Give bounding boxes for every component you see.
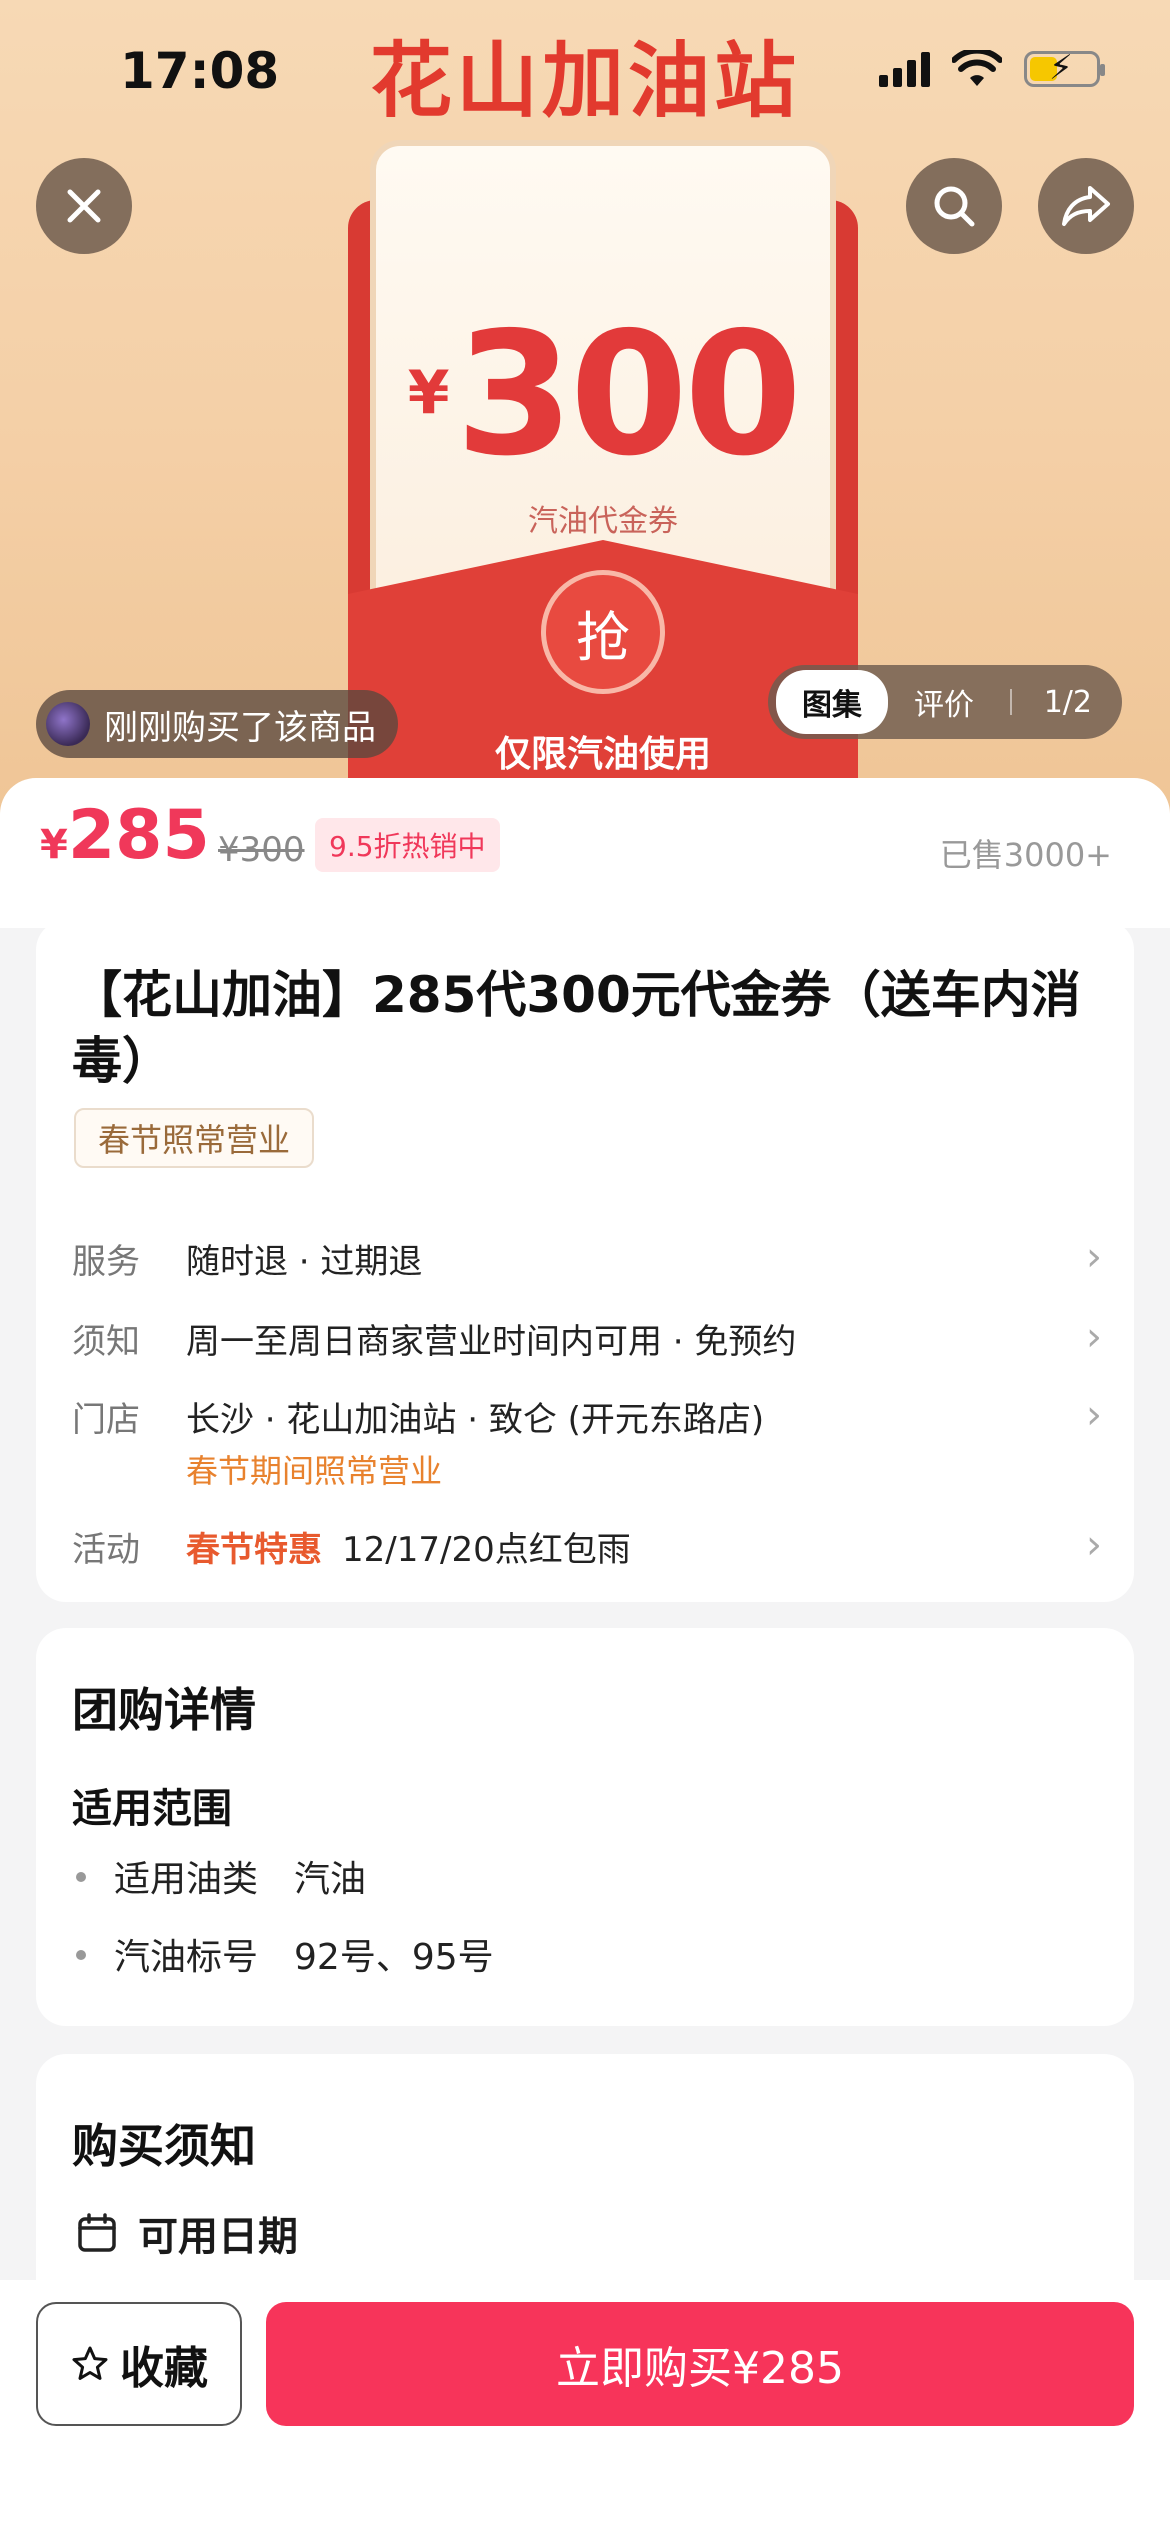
deal-details-card: 团购详情 适用范围 适用油类 汽油 汽油标号 92号、95号 bbox=[36, 1628, 1134, 2026]
activity-label: 活动 bbox=[72, 1530, 140, 1570]
grab-badge: 抢 bbox=[541, 570, 665, 694]
star-icon bbox=[72, 2346, 108, 2380]
avatar bbox=[46, 702, 90, 746]
bottom-action-bar: 收藏 立即购买¥285 bbox=[0, 2280, 1170, 2532]
chevron-right-icon: › bbox=[1086, 1522, 1102, 1568]
notice-value: 周一至周日商家营业时间内可用 · 免预约 bbox=[186, 1322, 797, 1362]
status-badge: 春节照常营业 bbox=[74, 1108, 315, 1168]
wifi-icon bbox=[952, 50, 1002, 86]
tab-reviews[interactable]: 评价 bbox=[888, 670, 1000, 734]
service-label: 服务 bbox=[72, 1242, 140, 1282]
voucher-amount: ¥300 bbox=[407, 296, 803, 494]
close-icon bbox=[67, 189, 101, 223]
share-button[interactable] bbox=[1038, 158, 1134, 254]
recent-buyer-notice: 刚刚购买了该商品 bbox=[36, 690, 398, 758]
discount-badge: 9.5折热销中 bbox=[315, 818, 500, 872]
original-price: ¥300 bbox=[218, 830, 305, 870]
search-icon bbox=[934, 186, 975, 227]
price-section: ¥285 ¥300 9.5折热销中 已售3000+ bbox=[0, 778, 1170, 928]
list-item: 适用油类 汽油 bbox=[72, 1850, 366, 1902]
tab-gallery[interactable]: 图集 bbox=[776, 670, 888, 734]
chevron-right-icon: › bbox=[1086, 1234, 1102, 1280]
calendar-icon bbox=[78, 2213, 116, 2252]
battery-icon: ⚡ bbox=[1024, 48, 1105, 88]
purchase-notice-title: 购买须知 bbox=[72, 2119, 256, 2173]
cellular-signal-icon bbox=[879, 51, 930, 87]
deal-details-title: 团购详情 bbox=[72, 1683, 256, 1737]
store-value: 长沙 · 花山加油站 · 致仑 (开元东路店) bbox=[186, 1400, 765, 1440]
service-value: 随时退 · 过期退 bbox=[186, 1242, 423, 1282]
hero-banner[interactable]: 花山加油站 17:08 ⚡ ¥300 汽油代金券 抢 仅限汽油使用 刚刚购买了该… bbox=[0, 0, 1170, 820]
buy-now-button[interactable]: 立即购买¥285 bbox=[266, 2302, 1134, 2426]
activity-value: 12/17/20点红包雨 bbox=[342, 1530, 631, 1570]
sold-count: 已售3000+ bbox=[939, 836, 1112, 874]
available-date-row: 可用日期 bbox=[76, 2204, 298, 2262]
store-hours-note: 春节期间照常营业 bbox=[186, 1452, 443, 1490]
product-title: 【花山加油】285代300元代金券（送车内消毒） bbox=[72, 966, 1081, 1090]
favorite-button[interactable]: 收藏 bbox=[36, 2302, 242, 2426]
status-icons: ⚡ bbox=[879, 48, 1105, 88]
chevron-right-icon: › bbox=[1086, 1392, 1102, 1438]
favorite-label: 收藏 bbox=[120, 2343, 208, 2394]
current-price: ¥285 bbox=[40, 796, 210, 875]
voucher-subtitle: 汽油代金券 bbox=[528, 504, 678, 539]
share-icon bbox=[1062, 186, 1110, 226]
available-date-label: 可用日期 bbox=[138, 2214, 298, 2260]
activity-highlight: 春节特惠 bbox=[186, 1530, 322, 1570]
status-time: 17:08 bbox=[120, 42, 280, 100]
close-button[interactable] bbox=[36, 158, 132, 254]
gallery-page-indicator: 1/2 bbox=[1043, 684, 1092, 720]
recent-buyer-text: 刚刚购买了该商品 bbox=[104, 707, 376, 748]
chevron-right-icon: › bbox=[1086, 1314, 1102, 1360]
list-item: 汽油标号 92号、95号 bbox=[72, 1928, 494, 1980]
gallery-tabs: 图集 评价 1/2 bbox=[768, 665, 1122, 739]
store-label: 门店 bbox=[72, 1400, 140, 1440]
scope-title: 适用范围 bbox=[72, 1786, 232, 1832]
voucher-footer: 仅限汽油使用 bbox=[494, 734, 711, 775]
search-button[interactable] bbox=[906, 158, 1002, 254]
product-info-card: 【花山加油】285代300元代金券（送车内消毒） 春节照常营业 服务 随时退 ·… bbox=[36, 920, 1134, 1602]
notice-label: 须知 bbox=[72, 1322, 140, 1362]
